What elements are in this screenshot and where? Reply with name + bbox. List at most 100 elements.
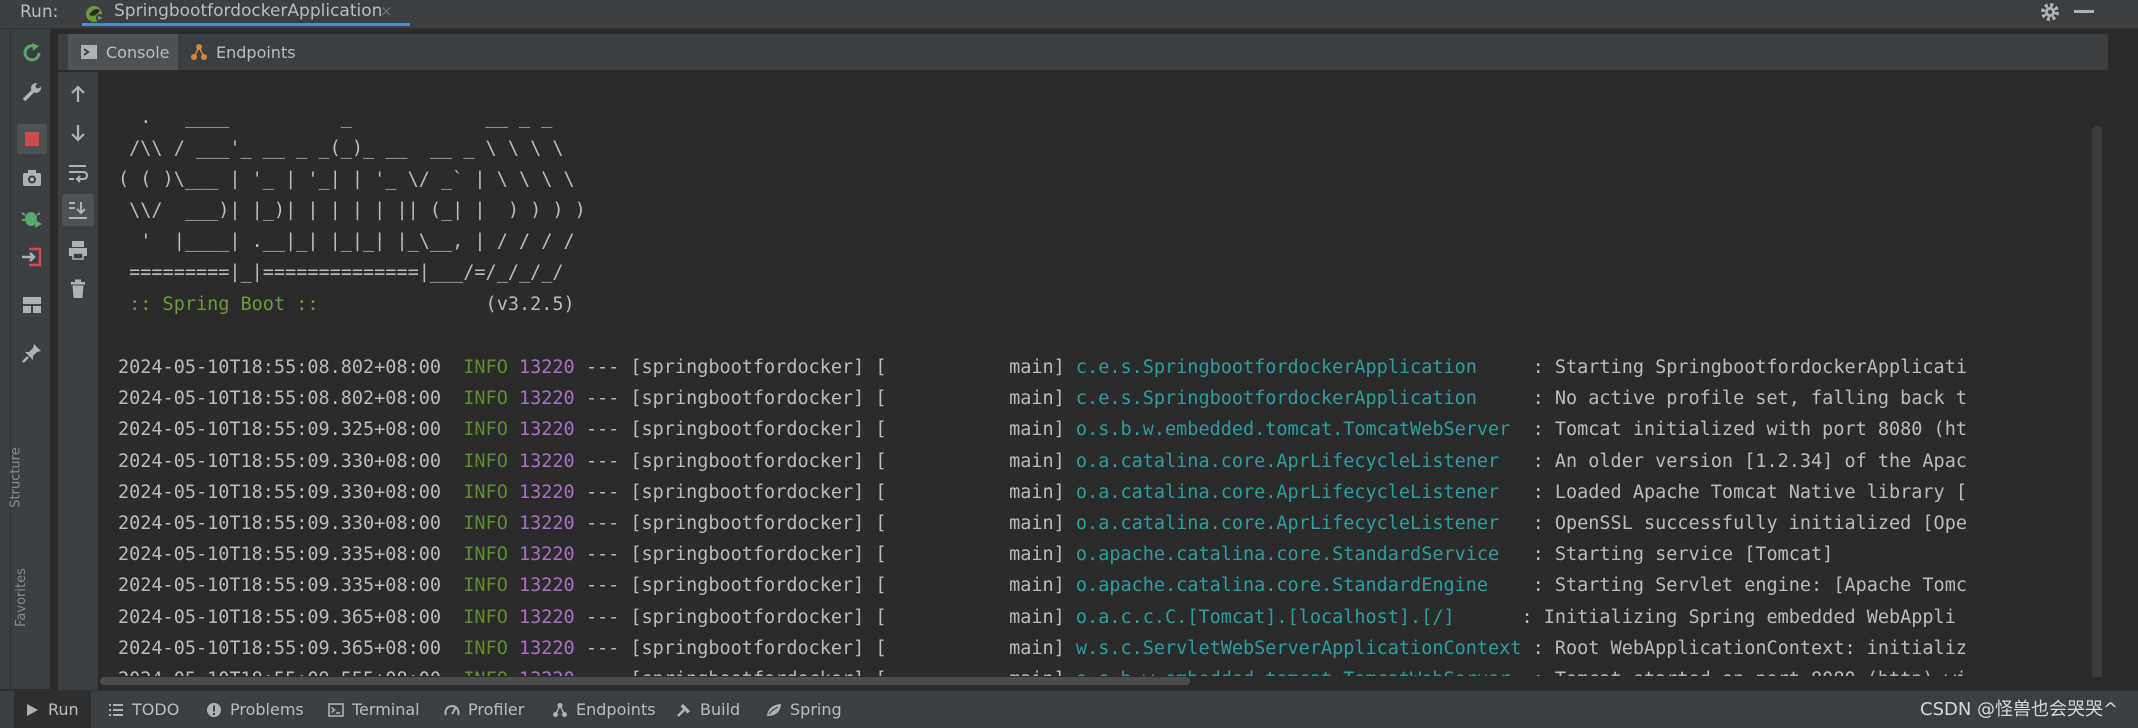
pin-icon bbox=[22, 344, 41, 363]
minimize-icon[interactable] bbox=[2074, 10, 2094, 13]
vertical-scrollbar[interactable] bbox=[2092, 126, 2102, 681]
watermark-text: CSDN @怪兽也会哭哭^ bbox=[1920, 699, 2119, 720]
tool-window-endpoints[interactable]: Endpoints bbox=[552, 691, 656, 728]
log-thread: --- [springbootfordocker] [ main] bbox=[575, 669, 1076, 676]
thread-dump-button[interactable] bbox=[17, 163, 47, 193]
tool-window-build-label: Build bbox=[700, 700, 741, 719]
log-thread: --- [springbootfordocker] [ main] bbox=[574, 544, 1076, 566]
tool-window-spring-label: Spring bbox=[790, 700, 842, 719]
run-tool-window-header: Run: SpringbootfordockerApplication × bbox=[0, 0, 2138, 29]
tool-window-endpoints-label: Endpoints bbox=[576, 700, 656, 719]
log-logger: w.s.c.ServletWebServerApplicationContext bbox=[1075, 637, 1522, 659]
horizontal-scrollbar[interactable] bbox=[100, 677, 1190, 685]
debug-bug-icon bbox=[21, 212, 42, 228]
log-thread: --- [springbootfordocker] [ main] bbox=[574, 575, 1076, 597]
log-pid: 13220 bbox=[519, 669, 575, 676]
log-timestamp: 2024-05-10T18:55:09.325+08:00 bbox=[118, 419, 442, 441]
banner-line: . ____ _ __ _ _ bbox=[118, 107, 553, 128]
log-timestamp: 2024-05-10T18:55:09.335+08:00 bbox=[118, 575, 442, 597]
tool-window-build[interactable]: Build bbox=[676, 691, 740, 728]
favorites-side-tab[interactable]: Favorites bbox=[14, 568, 29, 627]
structure-side-tab[interactable]: Structure bbox=[9, 447, 24, 507]
log-timestamp: 2024-05-10T18:55:09.335+08:00 bbox=[118, 544, 442, 566]
log-thread: --- [springbootfordocker] [ main] bbox=[574, 357, 1076, 378]
soft-wrap-button[interactable] bbox=[62, 156, 94, 188]
spring-leaf-icon bbox=[767, 703, 781, 716]
up-stack-frame-button[interactable] bbox=[62, 78, 94, 110]
log-pid: 13220 bbox=[519, 388, 575, 410]
arrow-up-icon bbox=[71, 85, 85, 102]
rerun-button[interactable] bbox=[17, 38, 47, 68]
log-thread: --- [springbootfordocker] [ main] bbox=[574, 637, 1076, 659]
log-thread: --- [springbootfordocker] [ main] bbox=[574, 419, 1076, 441]
attach-button[interactable] bbox=[17, 242, 47, 272]
down-stack-frame-button[interactable] bbox=[62, 117, 94, 149]
list-icon bbox=[109, 703, 123, 716]
log-timestamp: 2024-05-10T18:55:09.330+08:00 bbox=[118, 513, 442, 534]
banner-line: /\\ / ___'_ __ _ _(_)_ __ __ _ \ \ \ \ bbox=[118, 138, 564, 159]
log-thread: --- [springbootfordocker] [ main] bbox=[574, 606, 1076, 628]
run-configuration-tab[interactable]: SpringbootfordockerApplication × bbox=[82, 0, 410, 26]
log-level: INFO bbox=[463, 606, 508, 628]
spring-boot-label: :: Spring Boot :: bbox=[118, 294, 330, 315]
tool-window-bar: Run TODO Problems Terminal Profiler Endp… bbox=[0, 690, 2138, 728]
log-line: 2024-05-10T18:55:09.365+08:00 INFO 13220… bbox=[118, 633, 1967, 664]
log-pid: 13220 bbox=[519, 606, 575, 628]
rerun-icon bbox=[23, 43, 41, 62]
tool-window-problems[interactable]: Problems bbox=[206, 691, 304, 728]
close-icon[interactable]: × bbox=[380, 0, 393, 22]
profiler-icon bbox=[444, 704, 460, 715]
tab-endpoints-label: Endpoints bbox=[216, 42, 296, 62]
banner-line: \\/ ___)| |_)| | | | | || (_| | ) ) ) ) bbox=[118, 200, 586, 221]
console-output[interactable]: . ____ _ __ _ _ /\\ / ___'_ __ _ _(_)_ _… bbox=[100, 72, 2105, 676]
log-level: INFO bbox=[463, 575, 508, 597]
stop-button[interactable] bbox=[17, 124, 47, 154]
soft-wrap-icon bbox=[69, 165, 89, 183]
log-logger: o.a.catalina.core.AprLifecycleListener bbox=[1075, 481, 1522, 503]
tab-console[interactable]: Console bbox=[68, 34, 178, 70]
log-message: : Starting Servlet engine: [Apache Tomc bbox=[1521, 575, 1967, 597]
log-timestamp: 2024-05-10T18:55:09.330+08:00 bbox=[118, 450, 442, 472]
clear-all-button[interactable] bbox=[62, 273, 94, 305]
print-button[interactable] bbox=[62, 234, 94, 266]
debug-button[interactable] bbox=[17, 203, 47, 233]
log-pid: 13220 bbox=[519, 544, 575, 566]
wrench-icon bbox=[22, 83, 41, 102]
log-line: 2024-05-10T18:55:08.802+08:00 INFO 13220… bbox=[118, 383, 1967, 414]
camera-icon bbox=[23, 170, 41, 186]
side-tool-stripe bbox=[0, 29, 11, 689]
tab-endpoints[interactable]: Endpoints bbox=[190, 34, 320, 70]
log-message: : Initializing Spring embedded WebAppli bbox=[1510, 606, 1956, 628]
gear-icon[interactable] bbox=[2038, 0, 2062, 24]
log-logger: o.s.b.w.embedded.tomcat.TomcatWebServer bbox=[1075, 419, 1522, 441]
log-thread: --- [springbootfordocker] [ main] bbox=[574, 513, 1076, 534]
tool-window-todo[interactable]: TODO bbox=[108, 691, 179, 728]
log-line: 2024-05-10T18:55:09.330+08:00 INFO 13220… bbox=[118, 446, 1967, 477]
log-message: : Tomcat started on port 8080 (http) wi bbox=[1521, 669, 1967, 676]
run-label: Run: bbox=[20, 2, 59, 22]
tab-console-label: Console bbox=[106, 42, 170, 62]
pin-tab-button[interactable] bbox=[17, 338, 47, 368]
tool-window-terminal[interactable]: Terminal bbox=[328, 691, 420, 728]
tool-window-profiler[interactable]: Profiler bbox=[444, 691, 524, 728]
tool-window-spring[interactable]: Spring bbox=[766, 691, 842, 728]
endpoints-icon bbox=[553, 702, 567, 717]
log-line: 2024-05-10T18:55:09.335+08:00 INFO 13220… bbox=[118, 570, 1967, 601]
log-pid: 13220 bbox=[519, 575, 575, 597]
log-line: 2024-05-10T18:55:09.335+08:00 INFO 13220… bbox=[118, 539, 1833, 570]
log-level: INFO bbox=[463, 388, 508, 410]
stop-icon bbox=[25, 132, 39, 146]
log-level: INFO bbox=[463, 513, 508, 534]
log-level: INFO bbox=[463, 669, 508, 676]
scroll-to-end-button[interactable] bbox=[62, 194, 94, 226]
tool-window-profiler-label: Profiler bbox=[468, 700, 525, 719]
log-level: INFO bbox=[463, 450, 508, 472]
log-pid: 13220 bbox=[519, 450, 575, 472]
tool-window-run[interactable]: Run bbox=[14, 691, 91, 728]
edit-configuration-button[interactable] bbox=[17, 77, 47, 107]
restore-layout-button[interactable] bbox=[17, 290, 47, 320]
log-logger: o.a.c.c.C.[Tomcat].[localhost].[/] bbox=[1075, 606, 1511, 628]
log-pid: 13220 bbox=[519, 637, 575, 659]
log-level: INFO bbox=[463, 419, 508, 441]
console-icon bbox=[81, 45, 97, 59]
